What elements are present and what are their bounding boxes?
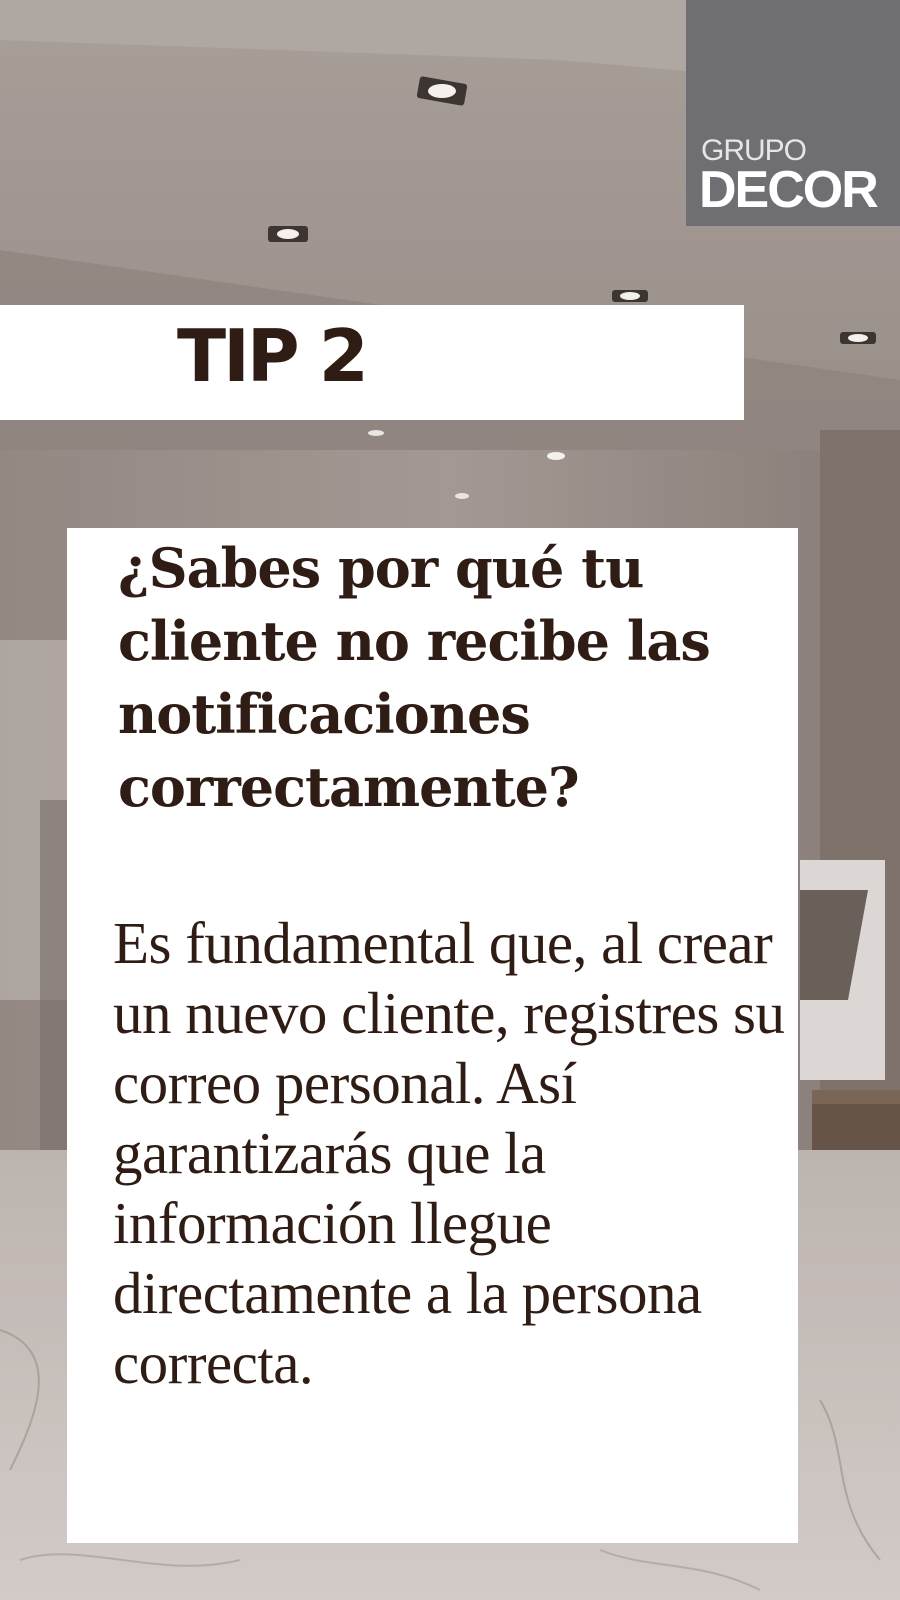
- grupo-decor-logo: GRUPO DECOR: [686, 0, 900, 226]
- story-canvas: GRUPO DECOR TIP 2 ¿Sabes por qué tu clie…: [0, 0, 900, 1600]
- question-heading: ¿Sabes por qué tu cliente no recibe las …: [118, 536, 711, 819]
- logo-main-text: DECOR: [699, 161, 879, 219]
- tip-label: TIP 2: [177, 314, 369, 398]
- tip-banner: [0, 305, 744, 420]
- answer-paragraph: Es fundamental que, al crear un nuevo cl…: [113, 910, 785, 1396]
